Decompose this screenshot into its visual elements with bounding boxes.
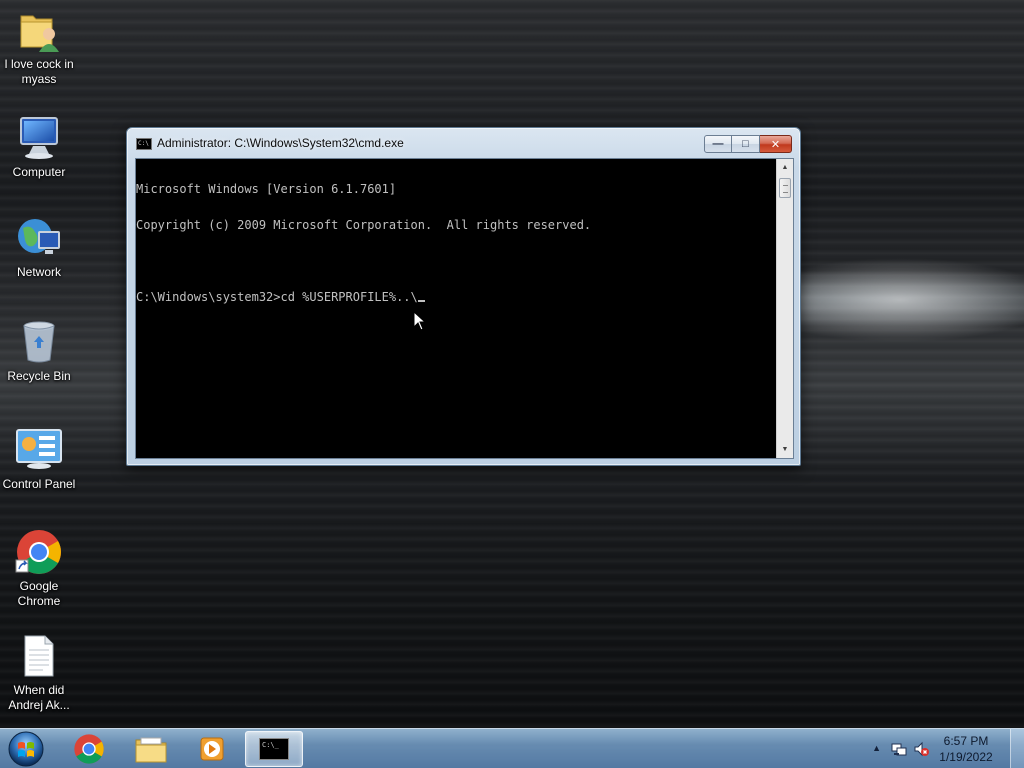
desktop-icon-label: Recycle Bin bbox=[7, 369, 71, 383]
desktop-icon-google-chrome[interactable]: Google Chrome bbox=[0, 528, 78, 609]
desktop-icon-label: I love cock in myass bbox=[4, 57, 74, 86]
vertical-scrollbar[interactable]: ▲ ▼ bbox=[776, 159, 793, 458]
show-desktop-button[interactable] bbox=[1010, 729, 1024, 768]
desktop-icon-control-panel[interactable]: Control Panel bbox=[0, 426, 78, 492]
recycle-bin-icon bbox=[23, 321, 55, 363]
console-command: C:\Windows\system32>cd %USERPROFILE%..\ bbox=[136, 290, 418, 304]
network-icon bbox=[18, 219, 60, 254]
clock-date: 1/19/2022 bbox=[939, 750, 993, 764]
console-line: Microsoft Windows [Version 6.1.7601] bbox=[136, 182, 397, 196]
desktop-icon-text-document[interactable]: When did Andrej Ak... bbox=[0, 632, 78, 713]
network-tray-icon[interactable] bbox=[891, 741, 907, 757]
scrollbar-thumb[interactable] bbox=[779, 178, 791, 198]
console-area[interactable]: Microsoft Windows [Version 6.1.7601] Cop… bbox=[135, 158, 794, 459]
scroll-down-arrow-icon[interactable]: ▼ bbox=[777, 441, 793, 458]
text-cursor bbox=[417, 300, 425, 302]
taskbar: C:\_ ▲ 6:57 PM 1/19/2022 bbox=[0, 728, 1024, 768]
desktop-icon-label: Computer bbox=[12, 165, 66, 179]
desktop-icon-label: Network bbox=[16, 265, 61, 279]
text-document-icon bbox=[24, 635, 54, 677]
mouse-pointer-icon bbox=[413, 311, 427, 331]
chrome-icon bbox=[74, 734, 104, 764]
caption-buttons: — □ ✕ bbox=[704, 135, 792, 153]
folder-user-icon bbox=[20, 15, 59, 52]
console-output[interactable]: Microsoft Windows [Version 6.1.7601] Cop… bbox=[136, 159, 776, 458]
window-title: Administrator: C:\Windows\System32\cmd.e… bbox=[157, 136, 404, 150]
control-panel-icon bbox=[16, 429, 62, 469]
show-hidden-icons-arrow-icon[interactable]: ▲ bbox=[872, 743, 881, 753]
cmd-icon[interactable]: C:\ bbox=[136, 138, 152, 150]
console-line: Copyright (c) 2009 Microsoft Corporation… bbox=[136, 218, 592, 232]
cmd-window[interactable]: C:\ Administrator: C:\Windows\System32\c… bbox=[126, 127, 801, 466]
start-button[interactable] bbox=[6, 730, 46, 768]
clock-time: 6:57 PM bbox=[943, 734, 989, 748]
close-button[interactable]: ✕ bbox=[760, 135, 792, 153]
minimize-button[interactable]: — bbox=[704, 135, 732, 153]
desktop-icon-label: When did Andrej Ak... bbox=[8, 683, 70, 712]
chrome-icon bbox=[15, 530, 61, 574]
scroll-up-arrow-icon[interactable]: ▲ bbox=[777, 159, 793, 176]
cmd-icon: C:\_ bbox=[259, 738, 289, 760]
media-player-icon bbox=[200, 737, 224, 761]
console-input-line[interactable]: C:\Windows\system32>cd %USERPROFILE%..\ bbox=[136, 291, 776, 303]
taskbar-cmd[interactable]: C:\_ bbox=[245, 731, 303, 767]
taskbar-media-player[interactable] bbox=[183, 731, 241, 767]
volume-muted-icon[interactable] bbox=[913, 741, 929, 757]
computer-icon bbox=[20, 117, 58, 159]
title-bar[interactable]: C:\ Administrator: C:\Windows\System32\c… bbox=[127, 128, 800, 158]
desktop-icon-computer[interactable]: Computer bbox=[0, 114, 78, 180]
desktop-icon-recycle-bin[interactable]: Recycle Bin bbox=[0, 318, 78, 384]
desktop-icon-label: Google Chrome bbox=[17, 579, 61, 608]
taskbar-chrome[interactable] bbox=[60, 731, 118, 767]
system-tray: ▲ 6:57 PM 1/19/2022 bbox=[864, 729, 1024, 768]
desktop-icon-user-folder[interactable]: I love cock in myass bbox=[0, 6, 78, 87]
desktop-icon-network[interactable]: Network bbox=[0, 214, 78, 280]
maximize-button[interactable]: □ bbox=[732, 135, 760, 153]
taskbar-file-explorer[interactable] bbox=[122, 731, 180, 767]
file-explorer-icon bbox=[135, 737, 167, 763]
desktop-icon-label: Control Panel bbox=[2, 477, 76, 491]
clock[interactable]: 6:57 PM 1/19/2022 bbox=[930, 733, 1002, 765]
